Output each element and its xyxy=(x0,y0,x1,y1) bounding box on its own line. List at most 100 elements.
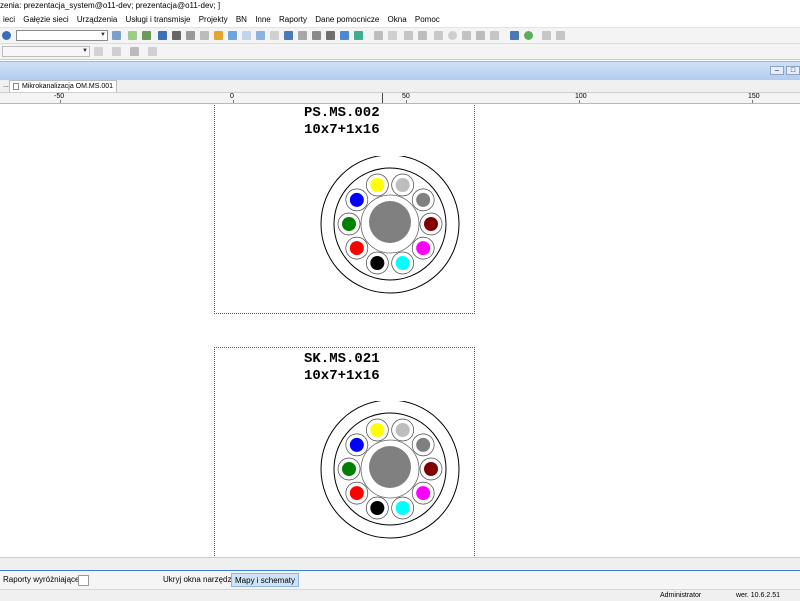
highlight-icon[interactable] xyxy=(214,31,223,40)
menu-item-bn[interactable]: BN xyxy=(233,13,250,27)
microduct-tube xyxy=(370,423,385,438)
connector-icon[interactable] xyxy=(130,47,139,56)
print-icon[interactable] xyxy=(490,31,499,40)
duct-cross-section[interactable] xyxy=(320,401,460,541)
style-select[interactable]: ▼ xyxy=(2,46,90,57)
menu-item-urzadzenia[interactable]: Urządzenia xyxy=(74,13,120,27)
dashed-box-icon[interactable] xyxy=(404,31,413,40)
microduct-tube xyxy=(370,500,385,515)
ruler-label: 100 xyxy=(575,93,587,100)
microduct-tube xyxy=(370,255,385,270)
duct-cross-section[interactable] xyxy=(320,156,460,296)
document-icon[interactable] xyxy=(200,31,209,40)
status-bar: Administrator wer. 10.6.2.51 xyxy=(0,589,800,601)
duct-id-label: SK.MS.021 xyxy=(304,351,380,367)
center-tube xyxy=(369,446,411,488)
table-icon[interactable] xyxy=(158,31,167,40)
person-icon[interactable] xyxy=(542,31,551,40)
schematic-canvas[interactable]: PS.MS.002 10x7+1x16 SK.MS.021 10x7+1x16 xyxy=(0,104,800,556)
frame-icon[interactable] xyxy=(242,31,251,40)
microduct-tube xyxy=(424,462,438,476)
layers-icon[interactable] xyxy=(128,31,137,40)
secondary-toolbar: ▼ xyxy=(0,44,800,60)
maps-schemas-button[interactable]: Mapy i schematy xyxy=(231,573,300,587)
page-icon[interactable] xyxy=(270,31,279,40)
delete-icon[interactable] xyxy=(434,31,443,40)
ruler-tick xyxy=(60,100,61,103)
minimize-icon[interactable]: – xyxy=(770,66,784,75)
menu-item-dane-pomocnicze[interactable]: Dane pomocnicze xyxy=(312,13,382,27)
network-icon[interactable] xyxy=(510,31,519,40)
globe-icon[interactable] xyxy=(524,31,533,40)
stack-icon[interactable] xyxy=(476,31,485,40)
document-icon xyxy=(13,82,19,90)
square-icon[interactable] xyxy=(462,31,471,40)
menu-bar: ieci Gałęzie sieci Urządzenia Usługi i t… xyxy=(0,13,800,28)
window-title: zenia: prezentacja_system@o11-dev; preze… xyxy=(0,1,221,10)
status-user: Administrator xyxy=(660,592,702,599)
layer-select[interactable]: ▼ xyxy=(16,30,108,41)
microduct-tube xyxy=(349,486,364,501)
reports-dropdown-label: Raporty wyróżniające xyxy=(3,575,80,584)
grid-snap-icon[interactable] xyxy=(148,47,157,56)
status-version: wer. 10.6.2.51 xyxy=(736,592,780,599)
maps-schemas-label: Mapy i schematy xyxy=(235,576,296,585)
microduct-tube xyxy=(395,423,410,438)
select-icon[interactable] xyxy=(298,31,307,40)
window-icon[interactable] xyxy=(256,31,265,40)
microduct-tube xyxy=(370,178,385,193)
grid-icon[interactable] xyxy=(228,31,237,40)
expand-icon[interactable] xyxy=(354,31,363,40)
hide-tools-button[interactable]: Ukryj okna narzędzi xyxy=(160,573,236,587)
ruler-tick xyxy=(406,100,407,103)
layer-add-icon[interactable] xyxy=(142,31,151,40)
menu-item-sieci[interactable]: ieci xyxy=(0,13,18,27)
duct-spec-label: 10x7+1x16 xyxy=(304,368,380,384)
target-icon[interactable] xyxy=(556,31,565,40)
split-icon[interactable] xyxy=(418,31,427,40)
duct-panel-ps-ms-002[interactable]: PS.MS.002 10x7+1x16 xyxy=(214,104,475,314)
link-icon[interactable] xyxy=(388,31,397,40)
menu-item-okna[interactable]: Okna xyxy=(385,13,410,27)
microduct-tube xyxy=(395,255,410,270)
hide-tools-label: Ukryj okna narzędzi xyxy=(163,575,234,584)
menu-item-uslugi[interactable]: Usługi i transmisje xyxy=(123,13,194,27)
ruler-cursor-marker xyxy=(382,93,383,103)
building-icon[interactable] xyxy=(172,31,181,40)
ruler-label: 150 xyxy=(748,93,760,100)
microduct-tube xyxy=(416,486,431,501)
copy-icon[interactable] xyxy=(374,31,383,40)
duct-spec-label: 10x7+1x16 xyxy=(304,122,380,138)
restore-icon[interactable]: □ xyxy=(786,66,800,75)
align-icon[interactable] xyxy=(340,31,349,40)
resize-icon[interactable] xyxy=(326,31,335,40)
tool-window-taskbar: Raporty wyróżniające ▼ Ukryj okna narzęd… xyxy=(0,570,800,589)
record-icon[interactable] xyxy=(448,31,457,40)
microduct-tube xyxy=(349,241,364,256)
window-title-bar: zenia: prezentacja_system@o11-dev; preze… xyxy=(0,0,800,12)
ruler-tick xyxy=(233,100,234,103)
line-tool-icon[interactable] xyxy=(94,47,103,56)
menu-item-raporty[interactable]: Raporty xyxy=(276,13,310,27)
menu-item-inne[interactable]: Inne xyxy=(252,13,274,27)
search-icon[interactable] xyxy=(2,31,11,40)
menu-item-pomoc[interactable]: Pomoc xyxy=(412,13,443,27)
microduct-tube xyxy=(424,217,438,231)
microduct-tube xyxy=(342,462,356,476)
export-icon[interactable] xyxy=(284,31,293,40)
crop-icon[interactable] xyxy=(312,31,321,40)
ruler-tick xyxy=(752,100,753,103)
horizontal-scrollbar[interactable] xyxy=(0,557,800,570)
map-icon[interactable] xyxy=(112,31,121,40)
reports-checkbox[interactable] xyxy=(78,575,89,586)
menu-item-galezie-sieci[interactable]: Gałęzie sieci xyxy=(20,13,71,27)
tab-mikrokanalizacja-label: Mikrokanalizacja OM.MS.001 xyxy=(22,83,114,90)
duct-panel-sk-ms-021[interactable]: SK.MS.021 10x7+1x16 xyxy=(214,347,475,556)
menu-item-projekty[interactable]: Projekty xyxy=(196,13,231,27)
tab-mikrokanalizacja[interactable]: Mikrokanalizacja OM.MS.001 xyxy=(9,80,118,92)
microduct-tube xyxy=(416,192,431,207)
curve-tool-icon[interactable] xyxy=(112,47,121,56)
document-window-bar: – □ xyxy=(0,61,800,81)
device-icon[interactable] xyxy=(186,31,195,40)
microduct-tube xyxy=(349,192,364,207)
